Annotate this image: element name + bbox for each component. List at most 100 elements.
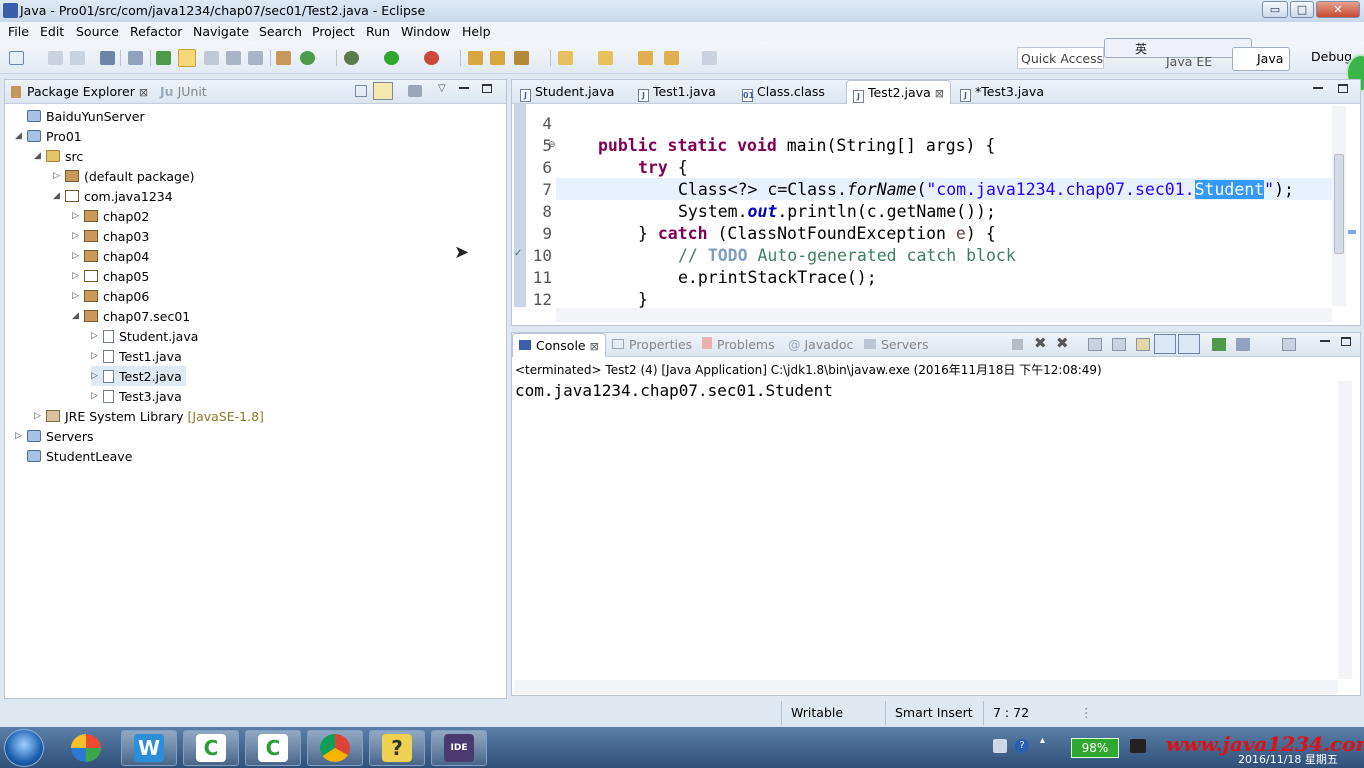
save-all-icon[interactable] [70,51,85,65]
collapsed-arrow-icon[interactable]: ▷ [72,211,84,221]
remove-launch-icon[interactable]: ✖ [1034,334,1047,352]
save-icon[interactable] [48,51,63,65]
back-icon[interactable] [664,51,679,65]
console-output[interactable]: com.java1234.chap07.sec01.Student [515,381,833,400]
taskbar-word-app[interactable]: W [121,730,177,766]
menu-run[interactable]: Run [366,24,390,39]
perspective-java[interactable]: Java [1232,47,1291,71]
scroll-lock-icon[interactable] [1112,338,1126,351]
collapsed-arrow-icon[interactable]: ▷ [91,351,103,361]
external-tools-icon[interactable] [424,51,439,65]
taskbar-camtasia-recorder-app[interactable]: C [245,730,301,766]
new-icon[interactable] [9,51,24,65]
open-type-icon[interactable] [468,51,483,65]
back-history-icon[interactable] [638,51,653,65]
perspective-debug[interactable]: Debug [1293,49,1352,64]
perspective-javaee[interactable]: Java EE [1166,54,1212,69]
menu-refactor[interactable]: Refactor [130,24,182,39]
tree-item-default-package[interactable]: ▷ (default package) [53,166,194,186]
tree-item-studentleave[interactable]: StudentLeave [15,446,132,466]
show-on-output-icon[interactable] [1154,334,1176,354]
tray-expand-icon[interactable]: ▴ [1040,735,1045,746]
maximize-view-icon[interactable] [482,84,492,93]
expanded-arrow-icon[interactable]: ◢ [53,191,65,201]
tray-help-icon[interactable]: ? [1015,739,1029,753]
tab-student-java[interactable]: J Student.java [520,84,614,102]
collapsed-arrow-icon[interactable]: ▷ [91,371,103,381]
quick-access-input[interactable]: Quick Access [1017,47,1104,69]
show-whitespace-icon[interactable] [248,51,263,65]
taskbar-chrome-app[interactable] [307,730,363,766]
menu-file[interactable]: File [8,24,29,39]
minimize-view-icon[interactable] [1320,340,1330,342]
refresh-icon[interactable] [300,51,315,65]
next-annotation-icon[interactable] [156,51,171,65]
new-package-icon[interactable] [276,51,291,65]
minimize-view-icon[interactable] [459,87,469,89]
tab-console[interactable]: Console ⊠ [512,333,606,357]
collapsed-arrow-icon[interactable]: ▷ [72,251,84,261]
close-icon[interactable]: ⊠ [139,86,148,99]
ime-indicator[interactable]: 英 [1135,42,1147,56]
taskbar-camtasia-app[interactable]: C [183,730,239,766]
search-icon[interactable] [514,51,529,65]
maximize-view-icon[interactable] [1341,337,1351,346]
tab-junit[interactable]: Ju JUnit [160,84,207,99]
tab-test3-java[interactable]: J *Test3.java [960,84,1044,102]
tab-properties[interactable]: Properties [612,337,692,352]
scrollbar-thumb[interactable] [1334,154,1344,254]
collapsed-arrow-icon[interactable]: ▷ [72,291,84,301]
minimize-button[interactable]: ▭ [1262,1,1288,18]
tab-servers[interactable]: Servers [864,337,929,352]
forward-icon[interactable] [702,51,717,65]
overview-ruler-marker[interactable] [1348,230,1356,234]
tab-javadoc[interactable]: @ Javadoc [788,337,853,352]
tab-package-explorer[interactable]: Package Explorer ⊠ [11,84,148,99]
show-on-error-icon[interactable] [1178,334,1200,354]
collapse-all-icon[interactable] [355,85,367,97]
debug-icon[interactable] [344,51,359,65]
tree-item-baiduyunserver[interactable]: BaiduYunServer [15,106,145,126]
expanded-arrow-icon[interactable]: ◢ [34,151,46,161]
close-icon[interactable]: ⊠ [935,87,944,100]
expanded-arrow-icon[interactable]: ◢ [15,131,27,141]
tree-item-chap05[interactable]: ▷ chap05 [72,266,149,286]
menu-edit[interactable]: Edit [40,24,64,39]
open-console-icon[interactable] [1282,338,1296,351]
link-with-editor-icon[interactable] [373,82,393,100]
maximize-view-icon[interactable] [1338,84,1348,93]
tree-item-pro01[interactable]: ◢ Pro01 [15,126,82,146]
start-button[interactable] [4,729,44,767]
clear-console-icon[interactable] [1088,338,1102,351]
collapsed-arrow-icon[interactable]: ▷ [34,411,46,421]
collapsed-arrow-icon[interactable]: ▷ [91,391,103,401]
tree-item-src[interactable]: ◢ src [34,146,83,166]
tree-item-servers[interactable]: ▷ Servers [15,426,94,446]
tree-item-chap02[interactable]: ▷ chap02 [72,206,149,226]
display-console-icon[interactable] [1236,338,1250,351]
word-wrap-icon[interactable] [1136,338,1150,351]
tree-item-chap04[interactable]: ▷ chap04 [72,246,149,266]
view-menu-icon[interactable]: ▽ [438,83,446,94]
collapsed-arrow-icon[interactable]: ▷ [53,171,65,181]
taskbar-ie-app[interactable] [58,730,114,766]
collapsed-arrow-icon[interactable]: ▷ [15,431,27,441]
collapsed-arrow-icon[interactable]: ▷ [91,331,103,341]
prev-edit-icon[interactable] [598,51,613,65]
tree-item-chap07-sec01[interactable]: ◢ chap07.sec01 [72,306,190,326]
taskbar-javaee-ide-app[interactable]: IDE [431,730,487,766]
toggle-icon[interactable] [204,51,219,65]
menu-search[interactable]: Search [259,24,302,39]
skip-breakpoints-icon[interactable] [128,51,143,65]
remove-all-launches-icon[interactable]: ✖ [1056,334,1069,352]
menu-navigate[interactable]: Navigate [193,24,249,39]
tree-item-student-java[interactable]: ▷ Student.java [91,326,198,346]
menu-source[interactable]: Source [76,24,119,39]
close-icon[interactable]: ⊠ [590,340,599,353]
tray-keyboard-icon[interactable] [993,739,1007,753]
open-task-icon[interactable] [490,51,505,65]
editor-horizontal-scrollbar[interactable] [556,308,1332,322]
block-icon[interactable] [226,51,241,65]
tab-test2-java[interactable]: J Test2.java ⊠ [846,80,951,104]
editor-vertical-scrollbar[interactable] [1332,106,1346,306]
